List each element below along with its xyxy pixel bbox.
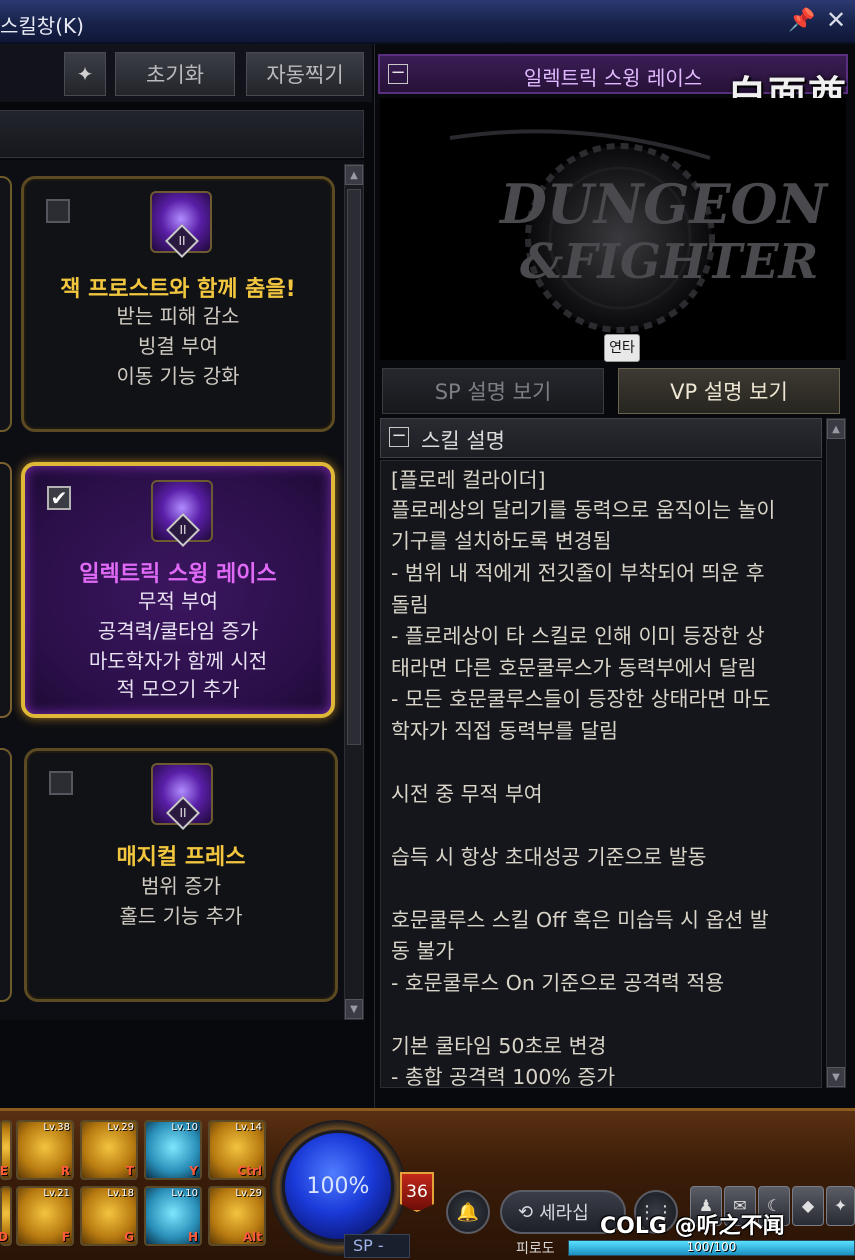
scroll-down-icon[interactable]: ▼ (345, 999, 363, 1019)
skill-desc-line: 공격력/쿨타임 증가 (97, 619, 259, 643)
skill-desc-line: 무적 부여 (138, 589, 218, 613)
magical-press-skill-icon: II (151, 763, 213, 830)
level-badge: 36 (400, 1172, 434, 1212)
left-panel-footer (0, 1020, 372, 1108)
description-line: 돌림 (391, 593, 429, 617)
fatigue-bar: 100/100 (568, 1240, 855, 1256)
skill-desc-line: 적 모으기 추가 (116, 677, 240, 701)
title-bar: 스킬창(K) 📌 ✕ (0, 0, 855, 44)
pin-icon[interactable]: 📌 (788, 8, 815, 33)
rank-badge: II (166, 796, 200, 830)
character-select-label: 세라십 (539, 1203, 589, 1224)
electric-swing-skill-icon: II (151, 480, 213, 547)
auto-assign-button[interactable]: 자동찍기 (246, 52, 364, 96)
notification-bell-icon[interactable]: 🔔 (446, 1190, 490, 1234)
skill-tree-button[interactable]: ✦ (64, 52, 106, 96)
skill-name: 잭 프로스트와 함께 춤을! (60, 277, 296, 302)
skill-list-scrollbar[interactable]: ▲ ▼ (344, 164, 364, 1020)
hud-menu-icon[interactable]: ✦ (826, 1186, 855, 1226)
skill-card-partial[interactable] (0, 748, 12, 1002)
description-line: - 범위 내 적에게 전깃줄이 부착되어 띄운 후 (391, 561, 765, 585)
description-header: − 스킬 설명 (380, 418, 822, 458)
skill-list-header (0, 110, 364, 158)
frost-dance-skill-icon: II (150, 191, 212, 258)
description-scrollbar[interactable]: ▲ ▼ (826, 418, 846, 1088)
skill-desc-line: 마도학자가 함께 시전 (88, 649, 268, 673)
skill-preview-video: DUNGEON &FIGHTER (380, 98, 846, 360)
skill-desc-line: 빙결 부여 (138, 334, 218, 358)
rank-badge: II (165, 224, 199, 258)
hud-menu-icon[interactable]: ◆ (792, 1186, 824, 1226)
reset-button[interactable]: 초기화 (115, 52, 235, 96)
description-line: 플로레상의 달리기를 동력으로 움직이는 놀이 (391, 498, 776, 522)
quickslot-edge[interactable]: E (0, 1120, 12, 1180)
scroll-thumb[interactable] (347, 189, 361, 745)
description-line: 기구를 설치하도록 변경됨 (391, 529, 612, 553)
sp-label: SP - (344, 1234, 410, 1258)
skill-tree-icon: ✦ (76, 62, 94, 86)
skill-card-selected[interactable]: ✔ II 일렉트릭 스윙 레이스 무적 부여 공격력/쿨타임 증가 마도학자가 … (21, 462, 335, 718)
swap-icon: ⟲ (518, 1201, 534, 1223)
skill-checkbox-checked[interactable]: ✔ (47, 486, 71, 510)
skill-card-partial[interactable] (0, 176, 12, 432)
description-line: 학자가 직접 동력부를 달림 (391, 719, 619, 743)
svg-text:DUNGEON: DUNGEON (498, 172, 830, 236)
quickslot[interactable]: Lv.14 Ctrl (208, 1120, 266, 1180)
watermark-bottom: COLG @听之不闻 (600, 1214, 785, 1239)
description-line: 호문쿨루스 스킬 Off 혹은 미습득 시 옵션 발 (391, 908, 769, 932)
fatigue-label: 피로도 (516, 1241, 555, 1257)
skill-checkbox[interactable] (46, 199, 70, 223)
skill-desc-line: 이동 기능 강화 (116, 364, 240, 388)
window-title: 스킬창(K) (0, 14, 84, 38)
skill-card[interactable]: II 잭 프로스트와 함께 춤을! 받는 피해 감소 빙결 부여 이동 기능 강… (21, 176, 335, 432)
svg-text:&FIGHTER: &FIGHTER (520, 234, 818, 290)
rank-badge: II (166, 513, 200, 547)
close-icon[interactable]: ✕ (826, 6, 846, 34)
scroll-up-icon[interactable]: ▲ (827, 419, 845, 439)
scroll-up-icon[interactable]: ▲ (345, 165, 363, 185)
skill-desc-line: 홀드 기능 추가 (119, 904, 243, 928)
description-line: - 모든 호문쿨루스들이 등장한 상태라면 마도 (391, 687, 771, 711)
description-line: 시전 중 무적 부여 (391, 782, 543, 806)
skill-desc-line: 받는 피해 감소 (116, 304, 240, 328)
skill-checkbox[interactable] (49, 771, 73, 795)
description-line: 습득 시 항상 초대성공 기준으로 발동 (391, 845, 707, 869)
quickslot[interactable]: Lv.21 F (16, 1186, 74, 1246)
tab-vp-description[interactable]: VP 설명 보기 (618, 368, 840, 414)
description-line: - 플로레상이 타 스킬로 인해 이미 등장한 상 (391, 624, 765, 648)
description-line: [플로레 컬라이더] (391, 468, 546, 492)
tab-sp-description[interactable]: SP 설명 보기 (382, 368, 604, 414)
description-line: 기본 쿨타임 50초로 변경 (391, 1034, 607, 1058)
skill-description-body: [플로레 컬라이더] 플로레상의 달리기를 동력으로 움직이는 놀이 기구를 설… (380, 460, 822, 1089)
skill-name: 일렉트릭 스윙 레이스 (79, 562, 277, 587)
skill-card[interactable]: II 매지컬 프레스 범위 증가 홀드 기능 추가 (24, 748, 338, 1002)
description-line: 동 불가 (391, 939, 455, 963)
quickslot[interactable]: Lv.29 T (80, 1120, 138, 1180)
fatigue-value: 100/100 (686, 1240, 737, 1254)
quickslot[interactable]: Lv.38 R (16, 1120, 74, 1180)
quickslot-edge[interactable]: D (0, 1186, 12, 1246)
mp-percent: 100% (306, 1174, 370, 1199)
skill-name: 매지컬 프레스 (116, 845, 246, 870)
description-line: 태라면 다른 호문쿨루스가 동력부에서 달림 (391, 656, 757, 680)
quickslot[interactable]: Lv.29 Alt (208, 1186, 266, 1246)
description-title: 스킬 설명 (421, 429, 505, 453)
skill-desc-line: 범위 증가 (141, 874, 221, 898)
quickslot[interactable]: Lv.18 G (80, 1186, 138, 1246)
skill-card-partial[interactable] (0, 462, 12, 718)
scroll-down-icon[interactable]: ▼ (827, 1067, 845, 1087)
combo-badge: 연타 (604, 334, 640, 362)
quickslot[interactable]: Lv.10 Y (144, 1120, 202, 1180)
description-line: - 총합 공격력 100% 증가 (391, 1065, 616, 1089)
quickslot[interactable]: Lv.10 H (144, 1186, 202, 1246)
collapse-icon[interactable]: − (389, 427, 409, 447)
description-line: - 호문쿨루스 On 기준으로 공격력 적용 (391, 971, 725, 995)
dungeon-fighter-logo-icon: DUNGEON &FIGHTER (449, 129, 830, 333)
